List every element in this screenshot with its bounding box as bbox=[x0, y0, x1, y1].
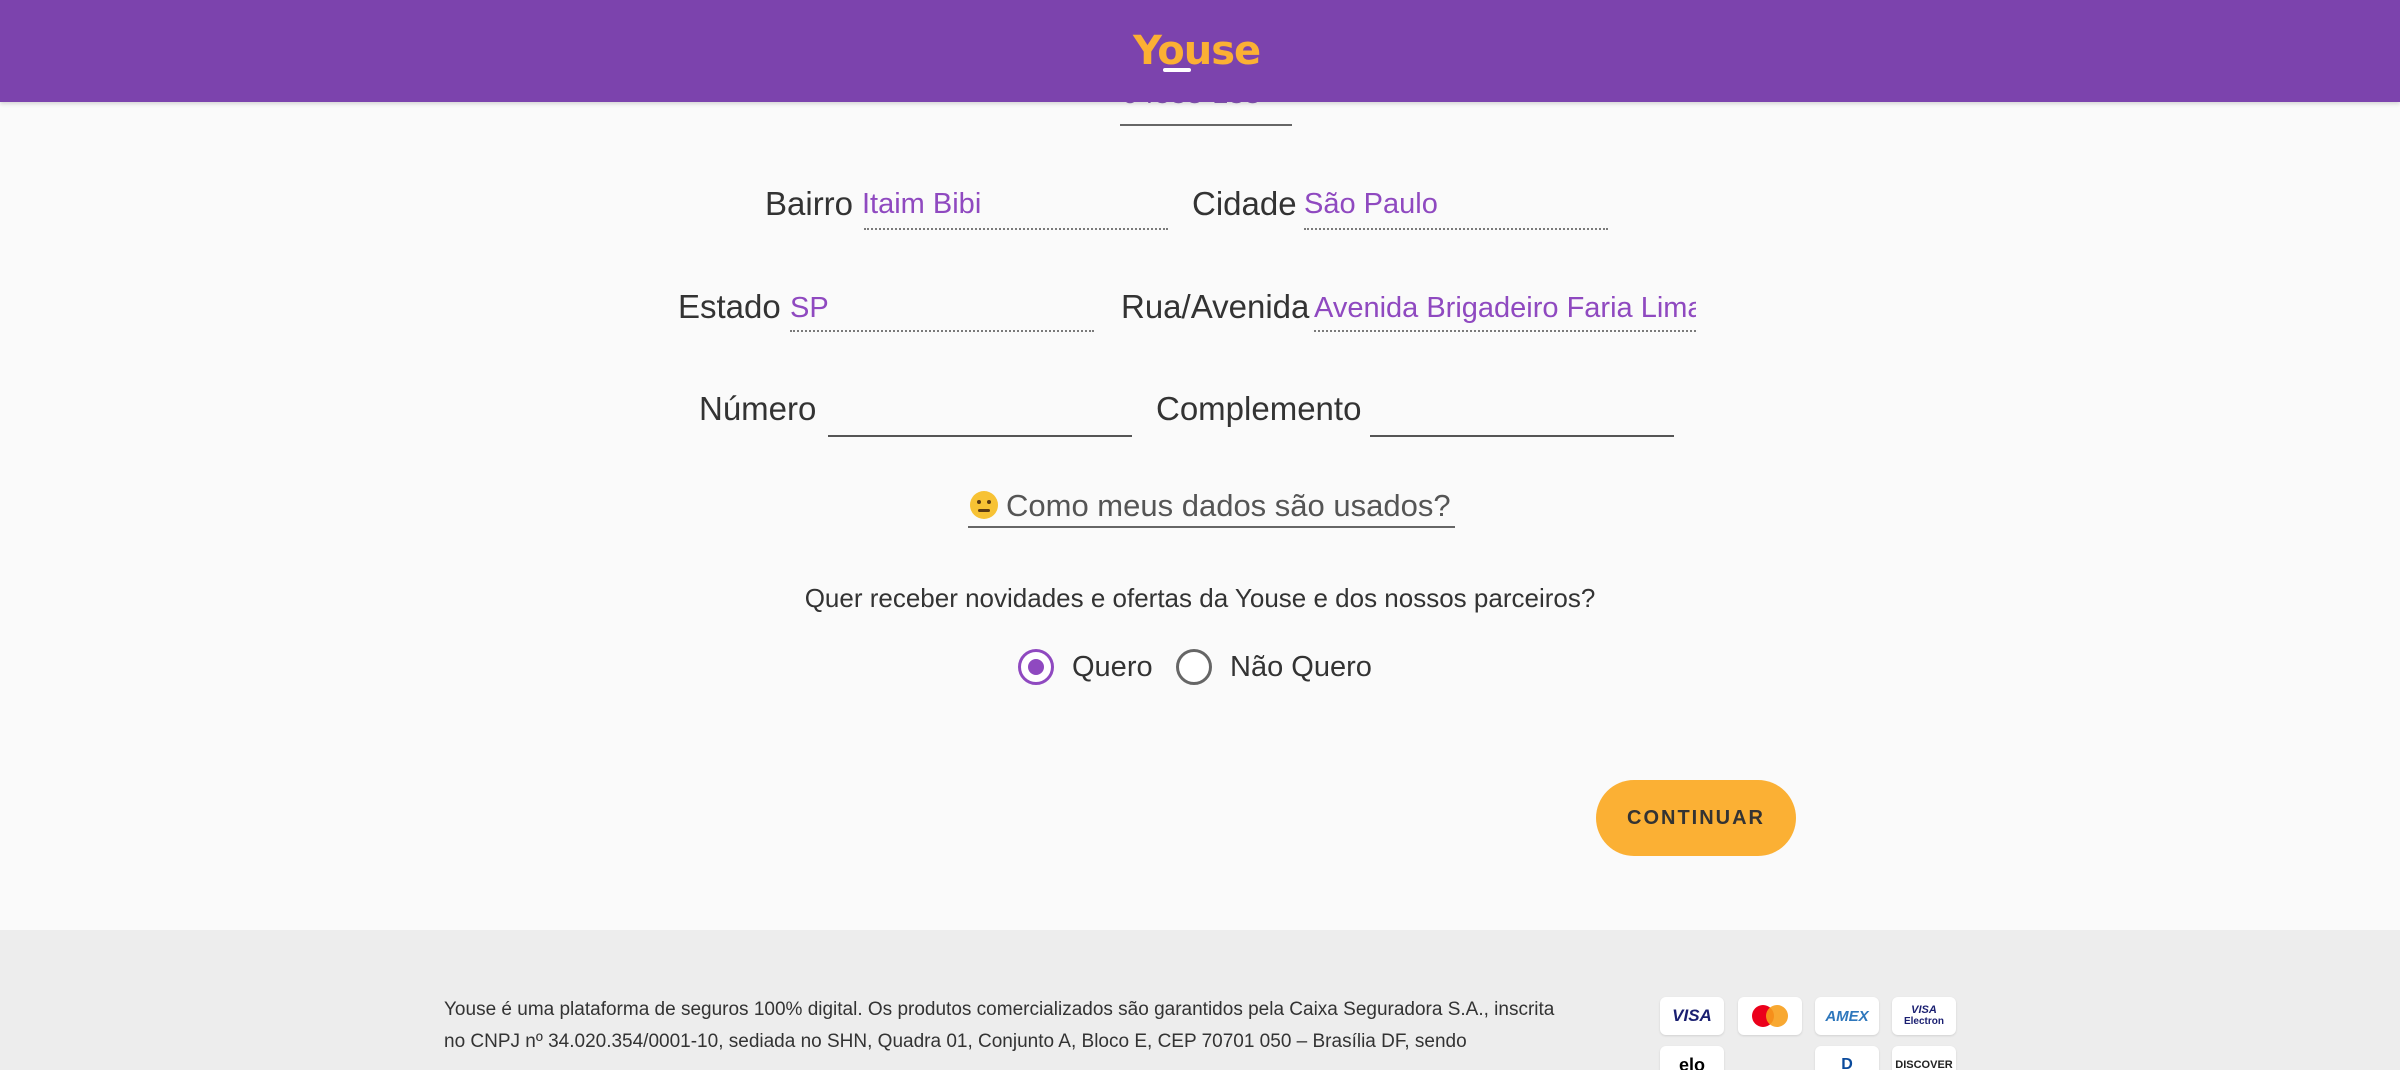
logo-accent-mark bbox=[1163, 68, 1191, 72]
top-header: Youse bbox=[0, 0, 2400, 102]
estado-label: Estado bbox=[678, 288, 781, 325]
mastercard-icon bbox=[1738, 997, 1802, 1035]
address-form: 04538-133 Bairro Itaim Bibi Cidade São P… bbox=[0, 0, 2400, 930]
cidade-field[interactable]: São Paulo bbox=[1304, 186, 1609, 222]
radio-quero-label[interactable]: Quero bbox=[1072, 649, 1153, 685]
youse-logo[interactable]: Youse bbox=[1133, 26, 1267, 76]
legal-line-1: Youse é uma plataforma de seguros 100% d… bbox=[444, 999, 1555, 1020]
bairro-label: Bairro bbox=[765, 185, 854, 222]
page-footer: Youse é uma plataforma de seguros 100% d… bbox=[0, 930, 2400, 1070]
cidade-underline bbox=[1304, 228, 1608, 230]
bairro-underline bbox=[864, 228, 1168, 230]
continue-button[interactable]: CONTINUAR bbox=[1596, 780, 1796, 856]
estado-underline bbox=[790, 330, 1094, 332]
visa-electron-icon: VISA Electron bbox=[1892, 997, 1956, 1035]
radio-quero[interactable] bbox=[1018, 649, 1054, 685]
numero-underline bbox=[828, 435, 1132, 437]
bairro-field[interactable]: Itaim Bibi bbox=[862, 186, 1167, 222]
amex-icon: AMEX bbox=[1815, 997, 1879, 1035]
cep-underline bbox=[1120, 124, 1292, 126]
radio-nao-quero-label[interactable]: Não Quero bbox=[1230, 649, 1372, 685]
radio-nao-quero[interactable] bbox=[1176, 649, 1212, 685]
youse-logo-text: Youse bbox=[1133, 28, 1261, 74]
visa-icon: VISA bbox=[1660, 997, 1724, 1035]
rua-underline bbox=[1314, 330, 1696, 332]
newsletter-question: Quer receber novidades e ofertas da Yous… bbox=[804, 583, 1596, 613]
elo-icon: elo bbox=[1660, 1046, 1724, 1070]
legal-text: Youse é uma plataforma de seguros 100% d… bbox=[444, 994, 1584, 1058]
complemento-label: Complemento bbox=[1156, 390, 1362, 427]
estado-field[interactable]: SP bbox=[790, 290, 1095, 326]
rua-field[interactable]: Avenida Brigadeiro Faria Lima bbox=[1314, 290, 1696, 326]
complemento-underline bbox=[1370, 435, 1674, 437]
discover-icon: DISCOVER bbox=[1892, 1046, 1956, 1070]
thinking-face-icon bbox=[970, 491, 998, 519]
help-link-text: Como meus dados são usados? bbox=[1006, 488, 1451, 523]
numero-label: Número bbox=[699, 390, 817, 427]
diners-icon: D bbox=[1815, 1046, 1879, 1070]
data-usage-help-link[interactable]: Como meus dados são usados? bbox=[968, 486, 1455, 528]
cidade-label: Cidade bbox=[1192, 185, 1297, 222]
rua-label: Rua/Avenida bbox=[1121, 288, 1310, 325]
legal-line-2: no CNPJ nº 34.020.354/0001-10, sediada n… bbox=[444, 1031, 1467, 1052]
